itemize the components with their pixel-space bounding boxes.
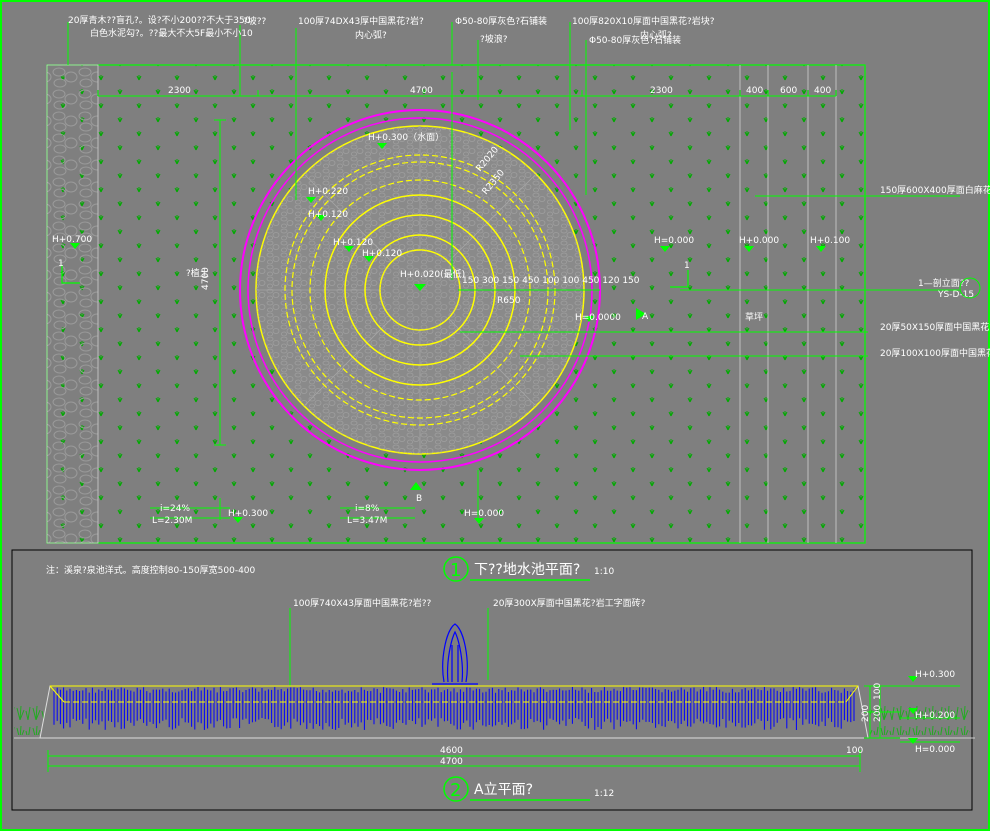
elev-note-a: 100厚740X43厚面中国黑花?岩?? bbox=[293, 597, 432, 609]
elev-vdim-1: 100 bbox=[873, 683, 883, 700]
elev-dim-total: 4700 bbox=[440, 757, 463, 767]
note-right-1: 150厚600X400厚面白麻花?岩 bbox=[880, 184, 990, 196]
dim-4700: 4700 bbox=[410, 86, 433, 96]
elev-220: H+0.220 bbox=[308, 187, 348, 197]
elev-mid-right: H=0.0000 bbox=[575, 313, 621, 323]
elev-left: H+0.700 bbox=[52, 235, 92, 245]
note-edge-stone-2: 内心弧? bbox=[355, 29, 387, 41]
elev-120-c: H+0.120 bbox=[362, 249, 402, 259]
note-edge-stone: 100厚74DX43厚中国黑花?岩? bbox=[298, 15, 424, 27]
cad-drawing: 20厚青木??盲孔?。设?不小200??不大于350 白色水泥勾?。??最大不大… bbox=[0, 0, 990, 831]
title-block-2: 2 A立平面? 1:12 bbox=[443, 776, 614, 802]
note-slope: ?坡?? bbox=[243, 15, 267, 27]
note-paving-2: 白色水泥勾?。??最大不大5F最小不小10 bbox=[90, 27, 253, 39]
slope-1: i=24% bbox=[160, 504, 190, 514]
dim-400-a: 400 bbox=[746, 86, 763, 96]
slope-1-length: L=2.30M bbox=[152, 516, 192, 526]
note-right-2b: YS-D-15 bbox=[937, 290, 974, 300]
note-gravel-1b: ?坡浪? bbox=[480, 33, 508, 45]
title-2-scale: 1:12 bbox=[594, 789, 614, 799]
fountain-jet bbox=[432, 623, 478, 685]
elev-dim-right: 100 bbox=[846, 746, 863, 756]
dim-vertical-4700: 4700 bbox=[201, 267, 211, 290]
elev-note-b: 20厚300X厚面中国黑花?岩工字面砖? bbox=[493, 597, 646, 609]
note-right-3: 20厚50X150厚面中国黑花?岩边? bbox=[880, 321, 990, 333]
stone-strip bbox=[46, 64, 99, 544]
note-paving-1: 20厚青木??盲孔?。设?不小200??不大于350 bbox=[68, 14, 251, 26]
elev-right-1: H=0.000 bbox=[654, 236, 694, 246]
label-lawn: 草坪 bbox=[745, 311, 763, 323]
note-gravel-1: Φ50-80厚灰色?石铺装 bbox=[455, 15, 547, 27]
dim-2300-right: 2300 bbox=[650, 86, 673, 96]
section-mark-1-right: 1 bbox=[684, 261, 690, 271]
note-granite: 100厚820X10厚面中国黑花?岩块? bbox=[572, 15, 715, 27]
section-mark-b: B bbox=[416, 494, 422, 504]
elev-right-3: H+0.100 bbox=[810, 236, 850, 246]
elev-ring-top: H+0.300（水面） bbox=[368, 131, 444, 143]
title-1-scale: 1:10 bbox=[594, 567, 614, 577]
slope-2: i=8% bbox=[355, 504, 380, 514]
elev-level-2: H+0.200 bbox=[915, 711, 955, 721]
dim-2300-left: 2300 bbox=[168, 86, 191, 96]
elev-center: H+0.020(最低) bbox=[400, 268, 465, 280]
section-mark-1-left: 1 bbox=[58, 259, 64, 269]
drawing-canvas: 20厚青木??盲孔?。设?不小200??不大于350 白色水泥勾?。??最大不大… bbox=[0, 0, 990, 831]
plan-view: 20厚青木??盲孔?。设?不小200??不大于350 白色水泥勾?。??最大不大… bbox=[46, 14, 990, 544]
radius-r3: R650 bbox=[497, 296, 521, 306]
note-gravel-2: Φ50-80厚灰色?石铺装 bbox=[589, 34, 681, 46]
elev-vdim-2: 200 bbox=[873, 705, 883, 722]
elevation-view: 注：溪泉?泉池洋式。高度控制80-150厚宽500-400 100厚740X43… bbox=[11, 549, 975, 811]
dim-400-b: 400 bbox=[814, 86, 831, 96]
section-mark-a: A bbox=[642, 312, 649, 322]
title-block-1: 1 下??地水池平面? 1:10 bbox=[443, 556, 614, 582]
elev-120-b: H+0.120 bbox=[333, 238, 373, 248]
title-2-number: 2 bbox=[450, 780, 461, 801]
elev-level-3: H=0.000 bbox=[915, 745, 955, 755]
note-right-4: 20厚100X100厚面中国黑花?岩边? bbox=[880, 347, 990, 359]
ring-dims: 150 300 150 450 100 100 450 120 150 bbox=[462, 276, 640, 286]
title-2-text: A立平面? bbox=[474, 782, 533, 798]
elev-right-2: H+0.000 bbox=[739, 236, 779, 246]
slope-2-length: L=3.47M bbox=[347, 516, 387, 526]
title-1-text: 下??地水池平面? bbox=[474, 562, 580, 578]
elev-dim-inner: 4600 bbox=[440, 746, 463, 756]
dim-600: 600 bbox=[780, 86, 797, 96]
elev-vdim-3: 200 bbox=[861, 705, 871, 722]
title-1-number: 1 bbox=[450, 560, 461, 581]
elev-level-1: H+0.300 bbox=[915, 670, 955, 680]
elev-bottom-2: H=0.000 bbox=[464, 509, 504, 519]
elev-bottom-1: H+0.300 bbox=[228, 509, 268, 519]
elev-120-a: H+0.120 bbox=[308, 210, 348, 220]
elev-note-left: 注：溪泉?泉池洋式。高度控制80-150厚宽500-400 bbox=[46, 564, 256, 576]
